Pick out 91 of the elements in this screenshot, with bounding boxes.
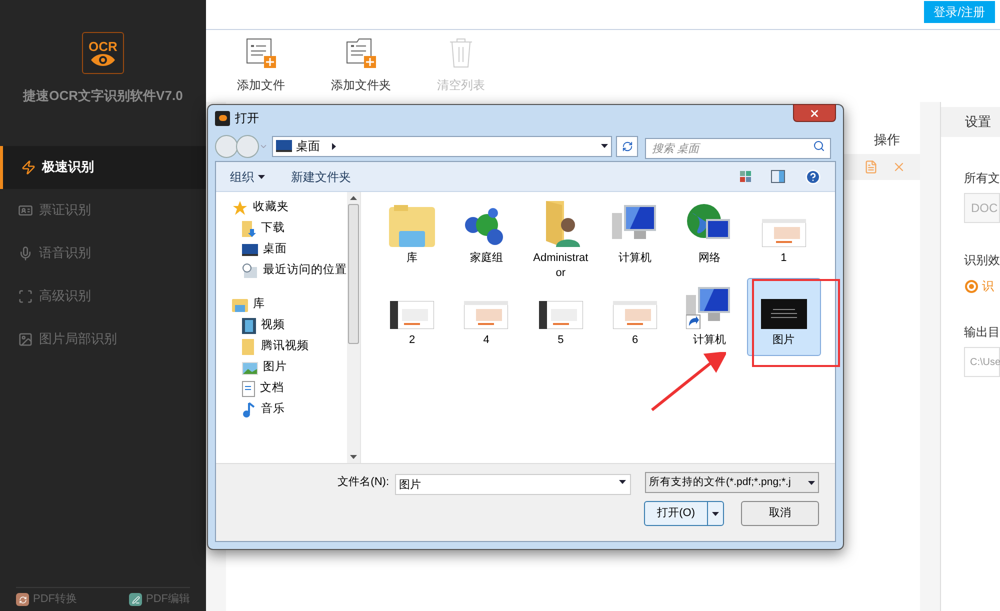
caret-icon[interactable] <box>808 480 815 484</box>
film-icon <box>242 318 256 334</box>
image-icon <box>242 362 258 374</box>
file-item[interactable]: 4 <box>449 278 524 356</box>
file-item[interactable]: 5 <box>524 278 598 356</box>
settings-title: 设置 <box>941 107 1000 137</box>
file-item[interactable]: 图片 <box>746 278 821 356</box>
sidebar-icon <box>18 288 33 304</box>
thumbnail-icon <box>390 301 434 329</box>
search-icon <box>813 140 825 152</box>
nav-item[interactable]: 音乐 <box>232 402 347 418</box>
cancel-button[interactable]: 取消 <box>741 501 819 526</box>
sidebar-icon <box>21 160 36 174</box>
file-item[interactable]: 计算机 <box>598 196 672 274</box>
folder-icon <box>232 298 248 312</box>
refresh-icon <box>622 140 632 152</box>
recent-places-icon <box>242 263 258 279</box>
desktop-icon <box>242 244 258 256</box>
sidebar-icon <box>18 332 33 346</box>
file-item[interactable]: 1 <box>746 196 821 274</box>
file-item[interactable]: 计算机 <box>672 278 746 356</box>
caret-icon[interactable] <box>601 144 608 148</box>
tool-icon <box>129 593 142 606</box>
download-folder-icon <box>242 221 256 237</box>
desktop-icon <box>276 140 292 152</box>
file-item[interactable]: 库 <box>375 196 449 274</box>
library-folder-icon <box>389 205 435 247</box>
folder-icon <box>242 339 256 355</box>
open-button[interactable]: 打开(O) <box>644 501 724 526</box>
sidebar-item[interactable]: 极速识别 <box>0 146 206 188</box>
trash-icon <box>449 38 473 68</box>
app-icon <box>215 110 230 126</box>
file-item[interactable]: 2 <box>375 278 449 356</box>
filename-label: 文件名(N): <box>338 474 389 490</box>
nav-item[interactable]: 图片 <box>232 360 347 376</box>
nav-item[interactable]: 文档 <box>232 381 347 397</box>
radio-button[interactable] <box>965 280 978 292</box>
dialog-title: 打开 <box>235 110 259 127</box>
star-icon <box>232 200 248 216</box>
preview-pane-icon[interactable] <box>771 170 785 183</box>
add-folder-icon <box>346 38 376 68</box>
organize-menu[interactable]: 组织 <box>230 168 265 186</box>
nav-item[interactable]: 最近访问的位置 <box>232 263 347 279</box>
scroll-down-icon[interactable] <box>350 455 357 459</box>
file-item[interactable]: Administrator <box>524 196 598 274</box>
thumbnail-icon <box>464 301 508 329</box>
tool-icon <box>16 593 29 606</box>
field-label: 输出目 <box>963 324 1000 341</box>
chevron-icon[interactable] <box>332 142 336 150</box>
sidebar-icon <box>18 246 33 260</box>
nav-item[interactable]: 腾讯视频 <box>232 339 347 355</box>
nav-group[interactable]: 库 <box>232 297 347 313</box>
app-title: 捷速OCR文字识别软件V7.0 <box>23 87 183 105</box>
column-header: 操作 <box>874 131 900 150</box>
close-button[interactable] <box>793 104 836 122</box>
refresh-button[interactable] <box>616 136 638 156</box>
nav-item[interactable]: 视频 <box>232 318 347 334</box>
search-field[interactable]: 搜索 桌面 <box>645 138 831 159</box>
file-item[interactable]: 家庭组 <box>449 196 524 274</box>
field-label: 所有文 <box>963 170 1000 187</box>
music-note-icon <box>242 402 256 418</box>
thumbnail-icon <box>613 301 657 329</box>
toolbar-button[interactable]: 添加文件 <box>226 38 296 94</box>
app-logo: OCR <box>82 32 124 74</box>
thumbnail-icon <box>538 301 583 329</box>
scrollbar[interactable] <box>347 192 360 463</box>
file-item[interactable]: 网络 <box>672 196 746 274</box>
caret-icon[interactable] <box>258 174 265 178</box>
filename-field[interactable]: 图片 <box>395 474 631 495</box>
caret-icon[interactable] <box>619 480 626 484</box>
nav-item[interactable]: 下载 <box>232 221 347 237</box>
document-icon <box>242 381 255 397</box>
scroll-up-icon[interactable] <box>350 196 357 200</box>
close-icon <box>809 108 820 118</box>
field-label: 识别效 <box>963 252 1000 269</box>
image-thumbnail-icon <box>760 299 807 329</box>
toolbar-button[interactable]: 添加文件夹 <box>326 38 396 94</box>
view-options-icon[interactable] <box>740 171 751 182</box>
address-bar[interactable]: 桌面 <box>272 136 612 156</box>
file-type-select[interactable]: 所有支持的文件(*.pdf;*.png;*.j <box>645 472 819 493</box>
new-folder-button[interactable]: 新建文件夹 <box>291 168 351 186</box>
computer-shortcut-icon <box>686 285 732 329</box>
nav-item[interactable]: 桌面 <box>232 242 347 258</box>
nav-group[interactable]: 收藏夹 <box>232 200 347 216</box>
help-icon[interactable] <box>805 168 821 184</box>
add-file-icon <box>246 38 276 68</box>
radio-label: 识 <box>982 278 994 295</box>
thumbnail-icon <box>762 219 806 247</box>
sidebar-icon <box>18 202 33 218</box>
file-item[interactable]: 6 <box>598 278 672 356</box>
caret-icon[interactable] <box>712 512 719 516</box>
